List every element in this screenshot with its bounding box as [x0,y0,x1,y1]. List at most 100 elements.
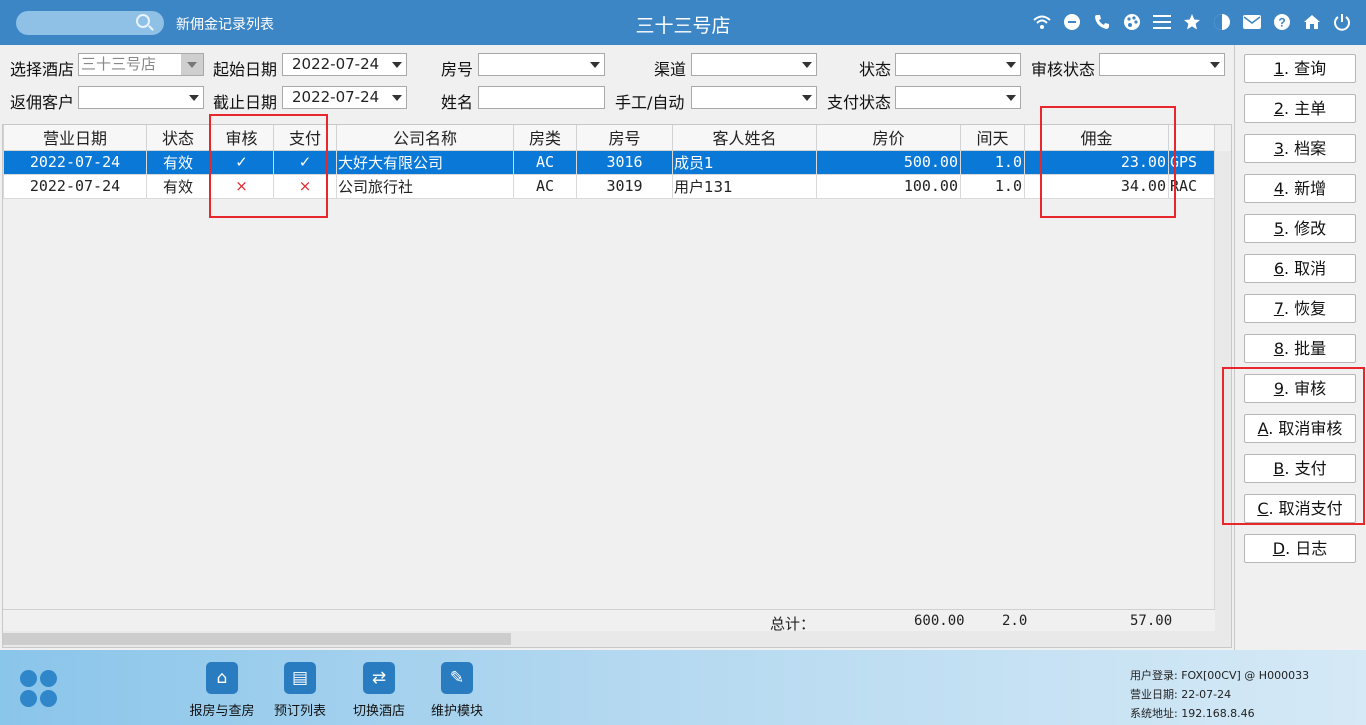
booking-list-icon: ▤ [284,662,316,694]
chevron-down-icon[interactable] [1006,95,1016,101]
col-header[interactable]: 营业日期 [3,125,147,151]
cell-extra[interactable]: GPS [1168,149,1215,175]
batch-button[interactable]: 8. 批量 [1244,334,1356,363]
cell-extra[interactable]: RAC [1168,173,1215,199]
chevron-down-icon[interactable] [1210,62,1220,68]
mail-icon[interactable] [1241,11,1262,33]
chevron-down-icon[interactable] [802,95,812,101]
total-commission: 57.00 [1130,613,1173,629]
cell-company[interactable]: 大好大有限公司 [336,149,514,175]
star-icon[interactable] [1181,11,1202,33]
chat-icon[interactable] [1061,11,1082,33]
room-select[interactable] [478,53,605,76]
col-header[interactable]: 佣金 [1024,125,1169,151]
master-button[interactable]: 2. 主单 [1244,94,1356,123]
hotel-select[interactable]: 三十三号店 [78,53,204,76]
nav-booking-list[interactable]: ▤ 预订列表 [265,662,335,719]
col-header[interactable]: 间天 [960,125,1025,151]
chevron-down-icon[interactable] [802,62,812,68]
col-header[interactable]: 支付 [273,125,337,151]
cell-status[interactable]: 有效 [146,149,210,175]
cell-nights[interactable]: 1.0 [960,149,1025,175]
status-select[interactable] [895,53,1021,76]
nav-room-status[interactable]: ⌂ 报房与查房 [187,662,257,719]
table-row[interactable]: 2022-07-24 有效 × × 公司旅行社 AC 3019 用户131 10… [3,173,1215,199]
customer-select[interactable] [78,86,204,109]
phone-icon[interactable] [1091,11,1112,33]
cell-room-type[interactable]: AC [513,173,577,199]
profile-button[interactable]: 3. 档案 [1244,134,1356,163]
chevron-down-icon[interactable] [189,95,199,101]
cell-status[interactable]: 有效 [146,173,210,199]
nav-switch-hotel[interactable]: ⇄ 切换酒店 [344,662,414,719]
cell-rate[interactable]: 100.00 [816,173,961,199]
cell-nights[interactable]: 1.0 [960,173,1025,199]
search-icon[interactable] [136,14,150,28]
restore-button[interactable]: 7. 恢复 [1244,294,1356,323]
power-icon[interactable] [1331,11,1352,33]
cell-room-no[interactable]: 3019 [576,173,673,199]
hotkey: B [1273,459,1285,478]
app-logo [20,670,58,708]
scrollbar-thumb[interactable] [3,633,511,645]
palette-icon[interactable] [1121,11,1142,33]
menu-icon[interactable] [1151,11,1172,33]
hotel-label: 选择酒店 [10,60,75,79]
cell-room-type[interactable]: AC [513,149,577,175]
channel-select[interactable] [691,53,817,76]
button-label: 日志 [1295,539,1328,558]
check-icon[interactable]: ✓ [209,149,274,175]
table-row[interactable]: 2022-07-24 有效 ✓ ✓ 大好大有限公司 AC 3016 成员1 50… [3,149,1215,175]
chevron-down-icon[interactable] [392,95,402,101]
nav-maintenance[interactable]: ✎ 维护模块 [422,662,492,719]
cell-date[interactable]: 2022-07-24 [3,173,147,199]
col-header[interactable]: 房价 [816,125,961,151]
commission-grid: 营业日期 状态 审核 支付 公司名称 房类 房号 客人姓名 房价 间天 佣金 2… [2,124,1232,648]
manual-select[interactable] [691,86,817,109]
user-login: 用户登录: FOX[00CV] @ H000033 [1130,669,1310,682]
cell-room-no[interactable]: 3016 [576,149,673,175]
edit-button[interactable]: 5. 修改 [1244,214,1356,243]
col-header[interactable]: 房类 [513,125,577,151]
cross-icon[interactable]: × [209,173,274,199]
pay-button[interactable]: B. 支付 [1244,454,1356,483]
start-date-field[interactable]: 2022-07-24 [282,53,407,76]
pay-status-select[interactable] [895,86,1021,109]
cell-guest[interactable]: 成员1 [672,149,817,175]
col-header[interactable]: 客人姓名 [672,125,817,151]
query-button[interactable]: 1. 查询 [1244,54,1356,83]
cell-commission[interactable]: 23.00 [1024,149,1169,175]
home-icon[interactable] [1301,11,1322,33]
cell-rate[interactable]: 500.00 [816,149,961,175]
name-input[interactable] [478,86,605,109]
col-header[interactable]: 状态 [146,125,210,151]
action-panel: 1. 查询 2. 主单 3. 档案 4. 新增 5. 修改 6. 取消 7. 恢… [1234,45,1366,650]
search-input[interactable] [16,11,164,35]
check-icon[interactable]: ✓ [273,149,337,175]
chevron-down-icon[interactable] [1006,62,1016,68]
audit-status-select[interactable] [1099,53,1225,76]
col-header[interactable]: 公司名称 [336,125,514,151]
cancel-pay-button[interactable]: C. 取消支付 [1244,494,1356,523]
cell-commission[interactable]: 34.00 [1024,173,1169,199]
audit-button[interactable]: 9. 审核 [1244,374,1356,403]
vertical-scrollbar[interactable] [1214,151,1231,633]
cell-company[interactable]: 公司旅行社 [336,173,514,199]
add-button[interactable]: 4. 新增 [1244,174,1356,203]
chevron-down-icon[interactable] [392,62,402,68]
wifi-icon[interactable] [1031,11,1052,33]
cancel-audit-button[interactable]: A. 取消审核 [1244,414,1356,443]
chevron-down-icon[interactable] [590,62,600,68]
contrast-icon[interactable] [1211,11,1232,33]
cross-icon[interactable]: × [273,173,337,199]
log-button[interactable]: D. 日志 [1244,534,1356,563]
horizontal-scrollbar[interactable] [3,631,1231,647]
end-date-field[interactable]: 2022-07-24 [282,86,407,109]
help-icon[interactable]: ? [1271,11,1292,33]
col-header[interactable]: 房号 [576,125,673,151]
cell-guest[interactable]: 用户131 [672,173,817,199]
chevron-down-icon[interactable] [181,54,203,75]
cancel-button[interactable]: 6. 取消 [1244,254,1356,283]
cell-date[interactable]: 2022-07-24 [3,149,147,175]
col-header[interactable]: 审核 [209,125,274,151]
